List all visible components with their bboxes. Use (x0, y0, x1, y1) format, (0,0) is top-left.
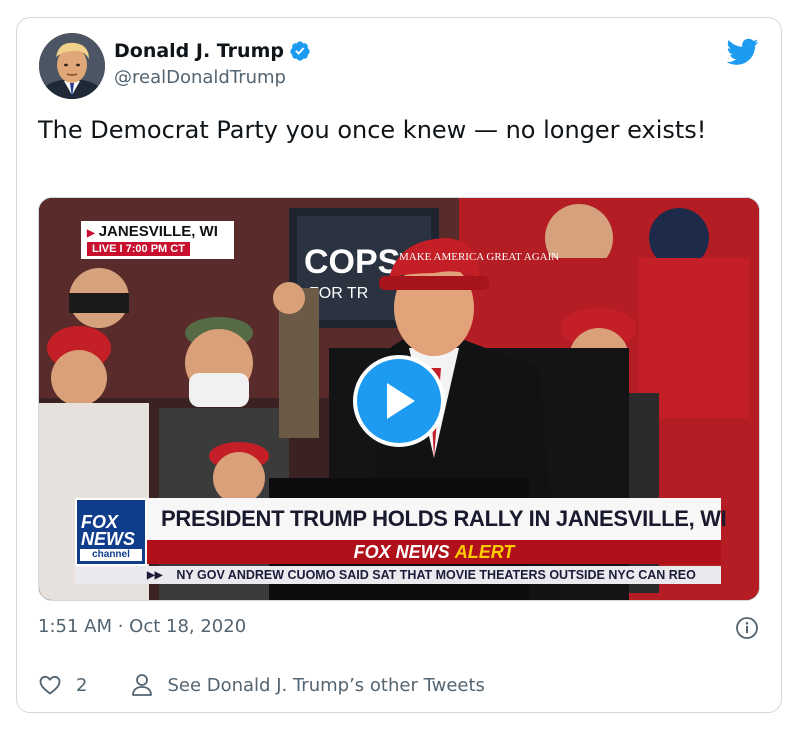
tweet-actions: 2 See Donald J. Trump’s other Tweets (38, 673, 485, 697)
fox-news-channel-logo: FOX NEWS channel (75, 498, 147, 566)
video-player[interactable]: COPS FOR TR MAKE AMERICA GREAT AGAIN ▶ JA… (38, 197, 760, 601)
heart-icon (39, 675, 61, 695)
info-icon[interactable] (735, 616, 759, 640)
news-ticker: ▶▶ NY GOV ANDREW CUOMO SAID SAT THAT MOV… (75, 566, 721, 584)
logo-channel-text: channel (80, 549, 142, 561)
avatar-portrait (39, 33, 105, 99)
verified-badge-icon (290, 41, 310, 61)
tweet-text: The Democrat Party you once knew — no lo… (38, 116, 707, 144)
news-headline-bar: PRESIDENT TRUMP HOLDS RALLY IN JANESVILL… (147, 498, 727, 540)
play-button[interactable] (353, 355, 445, 447)
tweet-embed-card[interactable]: Donald J. Trump @realDonaldTrump The Dem… (16, 17, 782, 713)
person-icon (132, 674, 153, 696)
like-button[interactable]: 2 (38, 673, 87, 697)
ticker-text: NY GOV ANDREW CUOMO SAID SAT THAT MOVIE … (176, 568, 696, 582)
author-name-row[interactable]: Donald J. Trump (114, 40, 311, 62)
twitter-bird-icon[interactable] (727, 38, 759, 66)
news-headline: PRESIDENT TRUMP HOLDS RALLY IN JANESVILL… (161, 506, 727, 531)
alert-brand: FOX NEWS (353, 542, 450, 562)
hat-text: MAKE AMERICA GREAT AGAIN (399, 251, 559, 263)
author-avatar[interactable] (39, 33, 105, 99)
like-count: 2 (76, 674, 88, 696)
location-arrow-icon: ▶ (87, 228, 95, 239)
logo-news-text: NEWS (81, 529, 135, 549)
author-display-name[interactable]: Donald J. Trump (114, 40, 284, 62)
ticker-arrows-icon: ▶▶ (147, 569, 163, 581)
play-icon (387, 383, 415, 419)
location-city: JANESVILLE, WI (98, 223, 218, 240)
author-handle[interactable]: @realDonaldTrump (114, 67, 286, 88)
tweet-timestamp[interactable]: 1:51 AM · Oct 18, 2020 (38, 616, 246, 637)
see-other-tweets-label: See Donald J. Trump’s other Tweets (167, 674, 485, 696)
crowd-sign-text: COPS (304, 243, 400, 281)
live-time: 7:00 PM CT (125, 243, 185, 255)
news-alert-bar: FOX NEWS ALERT (147, 540, 721, 564)
location-overlay: ▶ JANESVILLE, WI LIVE I 7:00 PM CT (81, 221, 234, 259)
alert-word: ALERT (454, 542, 515, 562)
live-badge: LIVE I 7:00 PM CT (87, 242, 190, 256)
live-label: LIVE (92, 243, 117, 255)
see-other-tweets-link[interactable]: See Donald J. Trump’s other Tweets (131, 673, 485, 697)
